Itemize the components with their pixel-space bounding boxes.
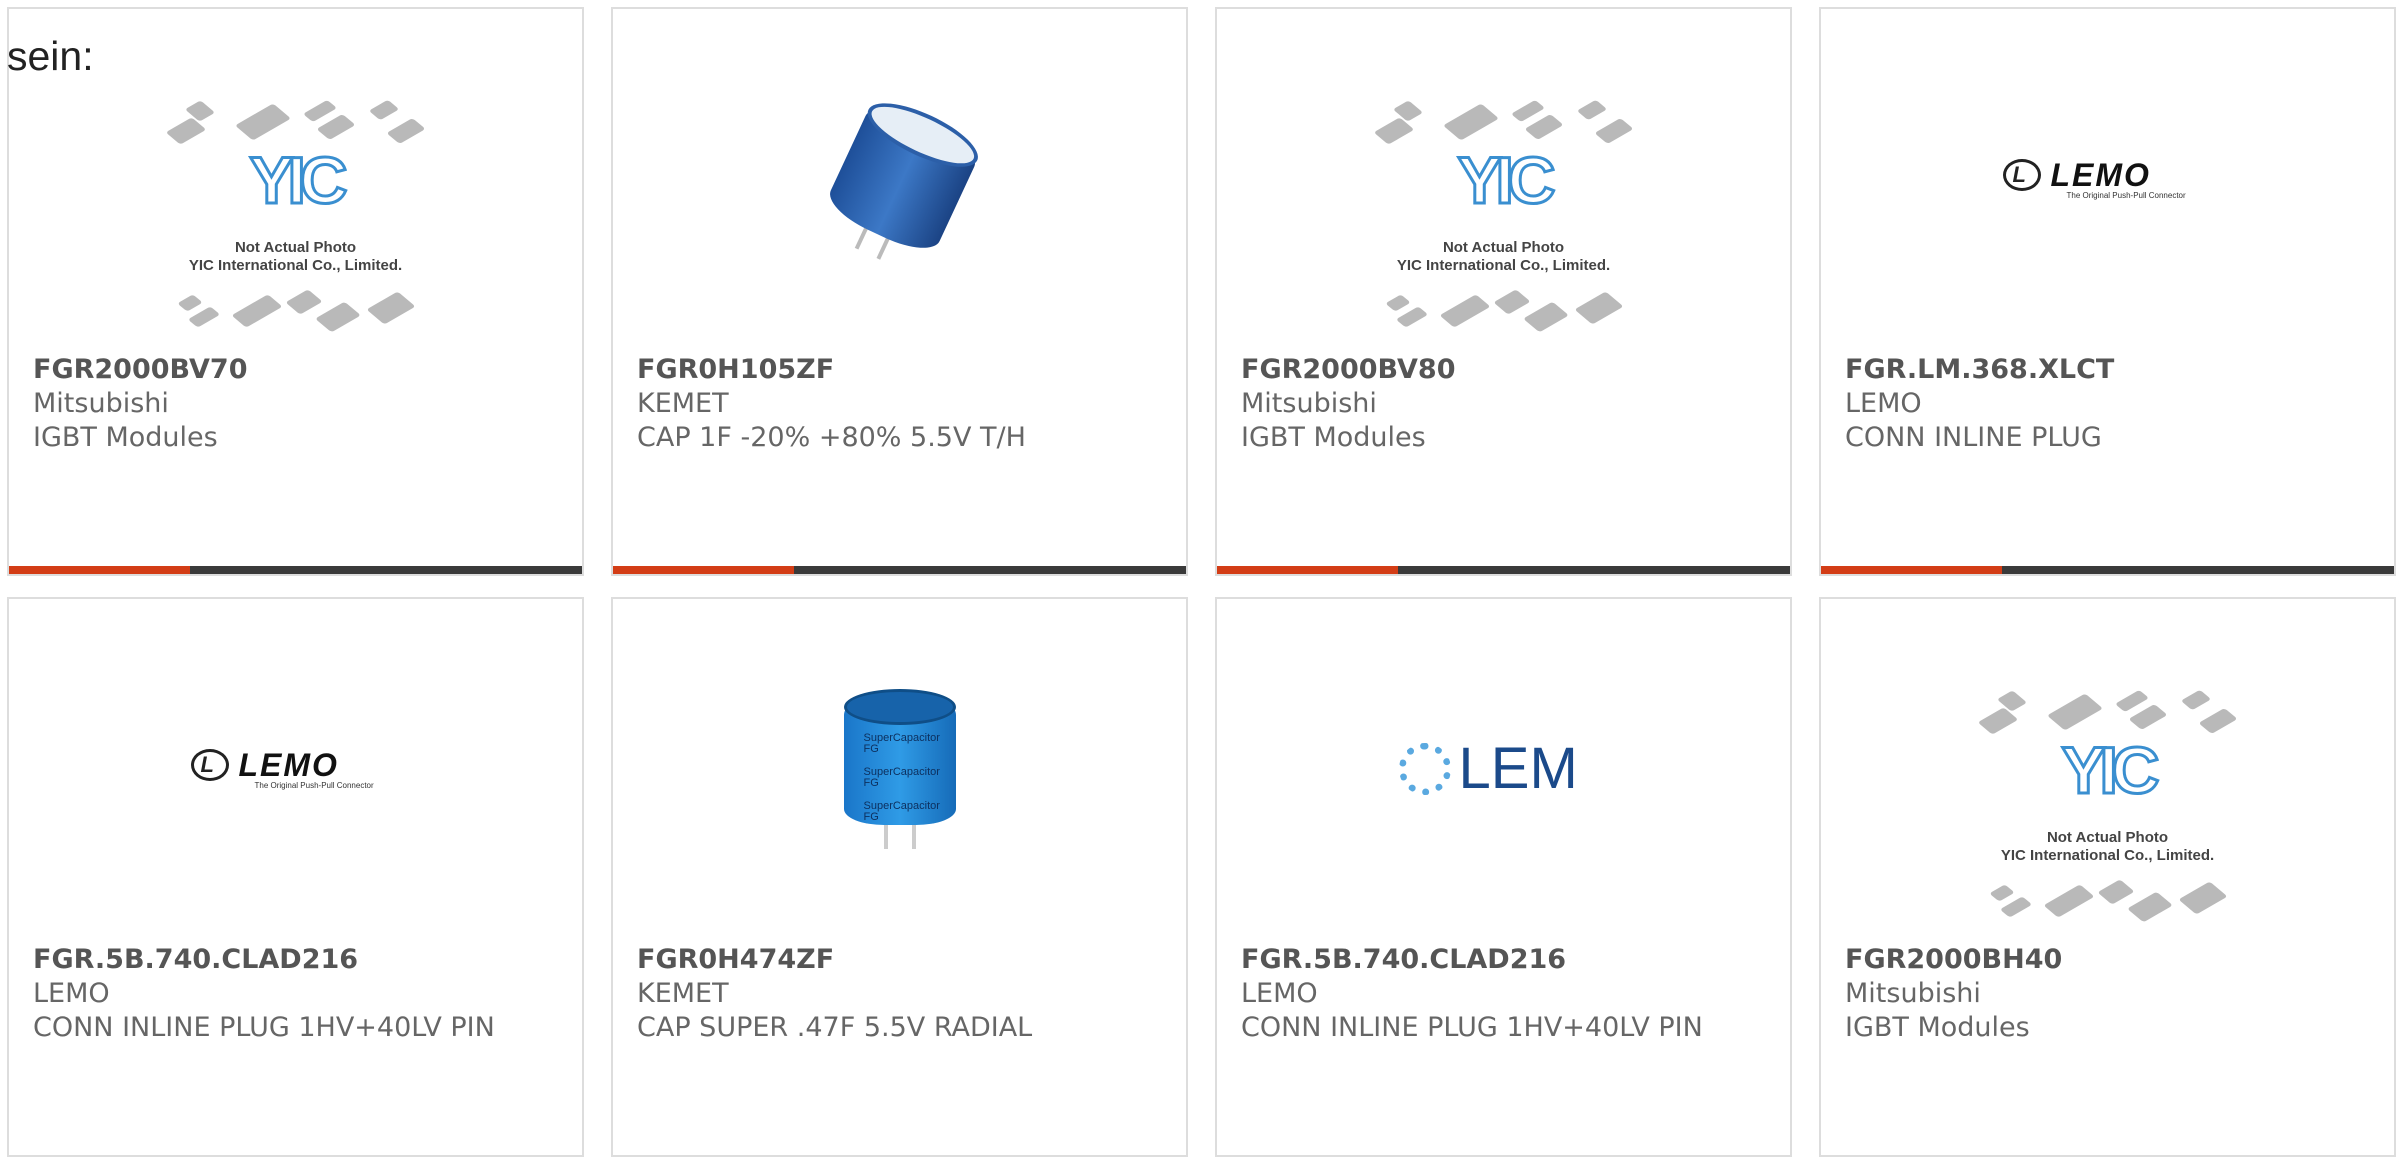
product-card[interactable]: L LEMO The Original Push-Pull Connector … — [1819, 7, 2396, 576]
yic-logo: YIC — [1456, 143, 1557, 217]
product-card[interactable]: YIC Not Actual Photo YIC International C… — [1215, 7, 1792, 576]
part-number[interactable]: FGR.LM.368.XLCT — [1845, 353, 2374, 387]
part-number[interactable]: FGR.5B.740.CLAD216 — [33, 943, 562, 977]
product-image[interactable]: LEM — [1217, 599, 1790, 939]
card-bar — [613, 566, 1186, 574]
description: CONN INLINE PLUG 1HV+40LV PIN — [1241, 1012, 1703, 1043]
description: IGBT Modules — [1241, 422, 1426, 453]
supercapacitor-image: SuperCapacitor FG SuperCapacitor FG Supe… — [843, 689, 956, 857]
product-card[interactable]: L LEMO The Original Push-Pull Connector … — [7, 597, 584, 1157]
manufacturer: LEMO — [33, 978, 110, 1009]
part-number[interactable]: FGR2000BV70 — [33, 353, 562, 387]
product-card[interactable]: SuperCapacitor FG SuperCapacitor FG Supe… — [611, 597, 1188, 1157]
product-card[interactable]: LEM FGR.5B.740.CLAD216 LEMO CONN INLINE … — [1215, 597, 1792, 1157]
capacitor-image — [813, 90, 986, 278]
part-number[interactable]: FGR2000BH40 — [1845, 943, 2374, 977]
product-image[interactable]: L LEMO The Original Push-Pull Connector — [9, 599, 582, 939]
description: IGBT Modules — [1845, 1012, 2030, 1043]
intro-text: sein: — [7, 33, 94, 79]
description: IGBT Modules — [33, 422, 218, 453]
manufacturer: KEMET — [637, 388, 729, 419]
card-bar — [1821, 566, 2394, 574]
manufacturer: Mitsubishi — [33, 388, 169, 419]
manufacturer: Mitsubishi — [1241, 388, 1377, 419]
lemo-logo: L LEMO The Original Push-Pull Connector — [190, 749, 401, 799]
description: CONN INLINE PLUG — [1845, 422, 2102, 453]
product-card[interactable]: YIC Not Actual Photo YIC International C… — [7, 7, 584, 576]
product-image[interactable]: L LEMO The Original Push-Pull Connector — [1821, 9, 2394, 349]
card-bar — [1217, 566, 1790, 574]
part-number[interactable]: FGR0H474ZF — [637, 943, 1166, 977]
product-image[interactable]: YIC Not Actual Photo YIC International C… — [1217, 9, 1790, 349]
yic-logo: YIC — [248, 143, 349, 217]
manufacturer: KEMET — [637, 978, 729, 1009]
description: CONN INLINE PLUG 1HV+40LV PIN — [33, 1012, 495, 1043]
part-number[interactable]: FGR0H105ZF — [637, 353, 1166, 387]
yic-placeholder-image: YIC Not Actual Photo YIC International C… — [1369, 97, 1639, 347]
description: CAP 1F -20% +80% 5.5V T/H — [637, 422, 1026, 453]
yic-logo: YIC — [2060, 733, 2161, 807]
product-image[interactable]: YIC Not Actual Photo YIC International C… — [1821, 599, 2394, 939]
yic-placeholder-image: YIC Not Actual Photo YIC International C… — [161, 97, 431, 347]
lemo-logo: L LEMO The Original Push-Pull Connector — [2002, 159, 2213, 209]
part-number[interactable]: FGR.5B.740.CLAD216 — [1241, 943, 1770, 977]
lem-logo: LEM — [1398, 740, 1609, 798]
product-image[interactable] — [613, 9, 1186, 349]
product-image[interactable]: YIC Not Actual Photo YIC International C… — [9, 9, 582, 349]
manufacturer: Mitsubishi — [1845, 978, 1981, 1009]
card-bar — [9, 566, 582, 574]
manufacturer: LEMO — [1845, 388, 1922, 419]
yic-note: Not Actual Photo YIC International Co., … — [188, 239, 403, 274]
product-image[interactable]: SuperCapacitor FG SuperCapacitor FG Supe… — [613, 599, 1186, 939]
yic-note: Not Actual Photo YIC International Co., … — [2000, 829, 2215, 864]
description: CAP SUPER .47F 5.5V RADIAL — [637, 1012, 1033, 1043]
manufacturer: LEMO — [1241, 978, 1318, 1009]
product-card[interactable]: YIC Not Actual Photo YIC International C… — [1819, 597, 2396, 1157]
yic-placeholder-image: YIC Not Actual Photo YIC International C… — [1973, 687, 2243, 937]
part-number[interactable]: FGR2000BV80 — [1241, 353, 1770, 387]
yic-note: Not Actual Photo YIC International Co., … — [1396, 239, 1611, 274]
product-card[interactable]: FGR0H105ZF KEMET CAP 1F -20% +80% 5.5V T… — [611, 7, 1188, 576]
